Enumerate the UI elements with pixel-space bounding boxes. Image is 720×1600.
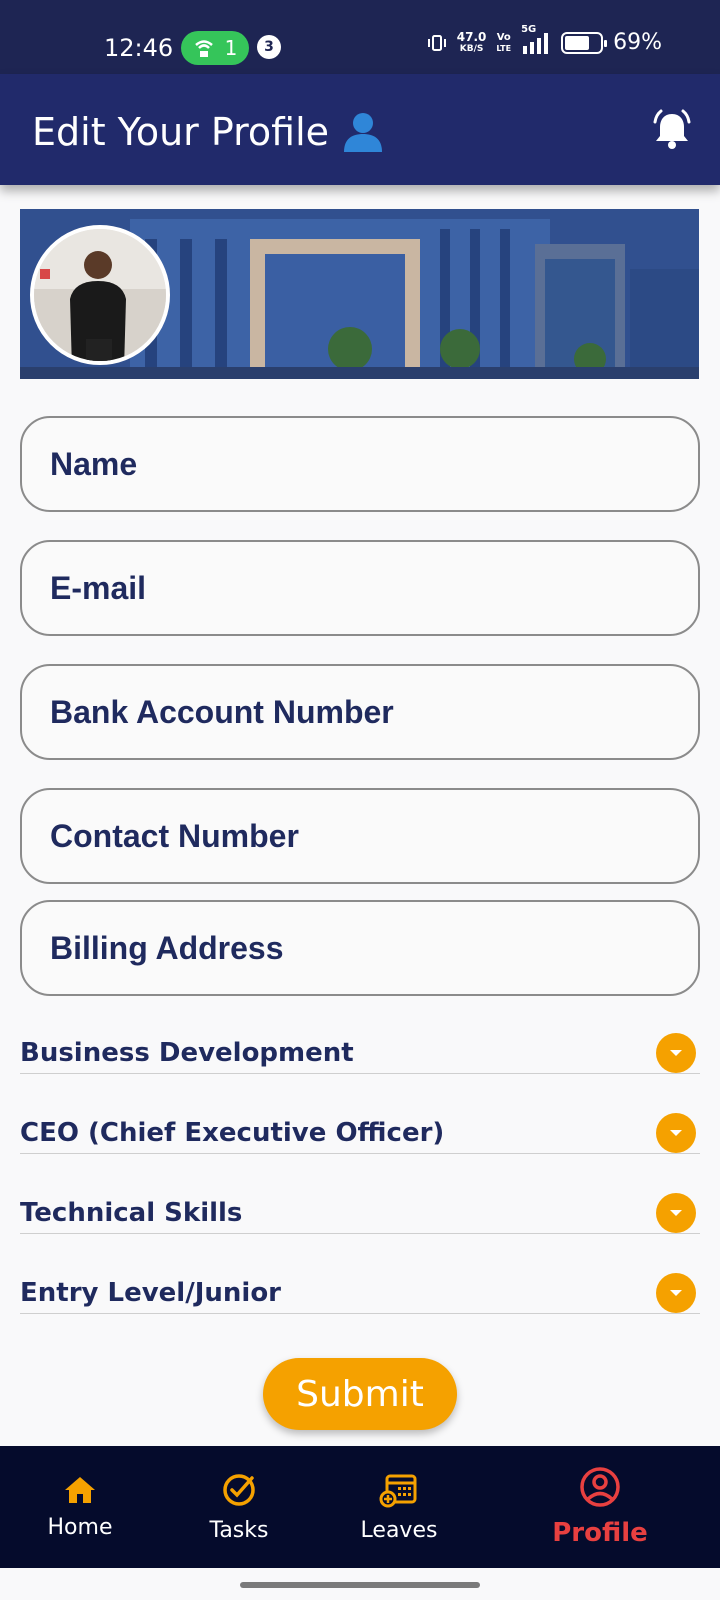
name-field[interactable] bbox=[20, 416, 700, 512]
profile-icon bbox=[580, 1467, 620, 1507]
check-circle-icon bbox=[223, 1473, 255, 1506]
page-title: Edit Your Profile bbox=[32, 110, 385, 154]
volte-indicator: Vo LTE bbox=[496, 32, 511, 54]
submit-button[interactable]: Submit bbox=[263, 1358, 457, 1430]
battery-icon bbox=[561, 31, 608, 54]
billing-address-field[interactable] bbox=[20, 900, 700, 996]
hotspot-pill[interactable]: 1 bbox=[181, 31, 249, 65]
net-speed: 47.0 KB/S bbox=[457, 31, 487, 55]
bottom-nav: Home Tasks Leaves Profile bbox=[0, 1446, 720, 1568]
volte-bottom: LTE bbox=[496, 43, 512, 53]
network-type: 5G bbox=[521, 23, 537, 35]
home-indicator[interactable] bbox=[240, 1582, 480, 1588]
vibrate-icon bbox=[427, 34, 446, 51]
nav-item-leaves[interactable]: Leaves bbox=[349, 1446, 449, 1568]
nav-item-profile[interactable]: Profile bbox=[540, 1446, 660, 1568]
net-speed-value: 47.0 bbox=[456, 29, 487, 44]
app-bar: Edit Your Profile bbox=[0, 74, 720, 185]
designation-dropdown[interactable]: CEO (Chief Executive Officer) bbox=[20, 1112, 700, 1154]
department-dropdown-value: Business Development bbox=[20, 1037, 354, 1068]
bank-account-field[interactable] bbox=[20, 664, 700, 760]
department-dropdown[interactable]: Business Development bbox=[20, 1032, 700, 1074]
volte-top: Vo bbox=[496, 31, 511, 43]
skills-dropdown-value: Technical Skills bbox=[20, 1197, 243, 1228]
level-dropdown-value: Entry Level/Junior bbox=[20, 1277, 282, 1308]
level-dropdown[interactable]: Entry Level/Junior bbox=[20, 1272, 700, 1314]
chevron-down-icon[interactable] bbox=[656, 1112, 696, 1153]
hotspot-icon bbox=[194, 40, 213, 57]
chevron-down-icon[interactable] bbox=[656, 1272, 696, 1313]
nav-label-tasks: Tasks bbox=[209, 1517, 269, 1543]
signal-5g: 5G bbox=[521, 24, 551, 54]
contact-number-field[interactable] bbox=[20, 788, 700, 884]
signal-icon bbox=[523, 32, 549, 54]
designation-dropdown-value: CEO (Chief Executive Officer) bbox=[20, 1117, 445, 1148]
bell-icon[interactable] bbox=[650, 108, 694, 152]
nav-item-tasks[interactable]: Tasks bbox=[189, 1446, 289, 1568]
contact-number-input[interactable] bbox=[50, 790, 698, 882]
calendar-add-icon bbox=[379, 1474, 417, 1507]
bank-account-input[interactable] bbox=[50, 666, 698, 758]
profile-banner bbox=[20, 209, 699, 379]
status-time: 12:46 bbox=[104, 34, 174, 62]
battery-percent: 69% bbox=[613, 30, 662, 55]
name-input[interactable] bbox=[50, 418, 698, 510]
email-field[interactable] bbox=[20, 540, 700, 636]
avatar[interactable] bbox=[30, 225, 170, 365]
email-input[interactable] bbox=[50, 542, 698, 634]
notification-count-badge: 3 bbox=[257, 35, 281, 59]
hotspot-count: 1 bbox=[224, 36, 238, 60]
billing-address-input[interactable] bbox=[50, 902, 698, 994]
nav-label-home: Home bbox=[47, 1514, 113, 1540]
status-bar: 12:46 1 3 47.0 KB/S Vo LTE 5G 69% bbox=[0, 0, 720, 74]
status-right-group: 47.0 KB/S Vo LTE 5G 69% bbox=[427, 24, 662, 55]
user-icon bbox=[344, 113, 383, 152]
net-speed-unit: KB/S bbox=[459, 43, 484, 54]
home-icon bbox=[65, 1476, 95, 1503]
nav-item-home[interactable]: Home bbox=[30, 1446, 130, 1568]
page-title-text: Edit Your Profile bbox=[32, 110, 330, 154]
skills-dropdown[interactable]: Technical Skills bbox=[20, 1192, 700, 1234]
nav-label-leaves: Leaves bbox=[360, 1517, 438, 1543]
chevron-down-icon[interactable] bbox=[656, 1032, 696, 1073]
nav-label-profile: Profile bbox=[552, 1518, 648, 1548]
avatar-photo bbox=[34, 229, 166, 361]
chevron-down-icon[interactable] bbox=[656, 1192, 696, 1233]
